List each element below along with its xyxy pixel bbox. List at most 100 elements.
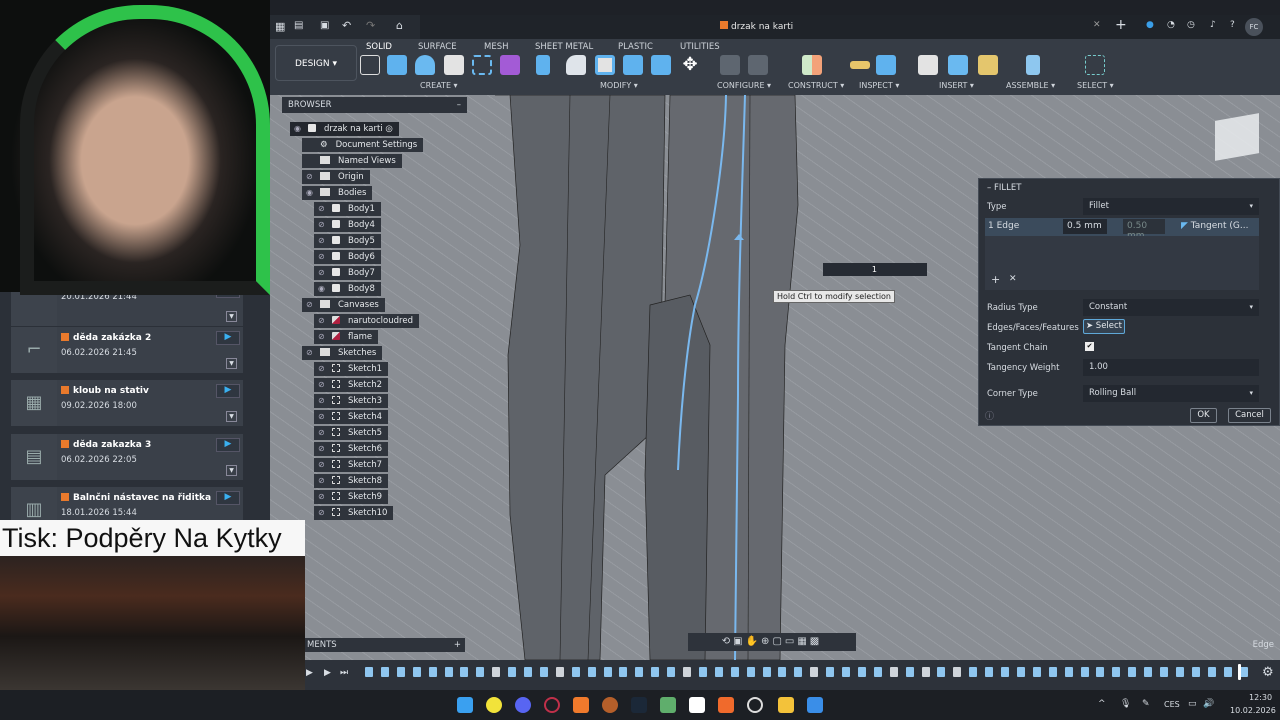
timeline-feature[interactable] — [778, 667, 787, 677]
visibility-icon[interactable]: ⊘ — [318, 410, 329, 424]
new-tab-icon[interactable]: + — [1115, 17, 1127, 33]
project-card[interactable]: ▤ děda zakazka 3 06.02.2026 22:05 ▶ ▼ — [11, 434, 243, 480]
display-settings-icon[interactable]: ▭ — [785, 636, 797, 647]
timeline-feature[interactable] — [1144, 667, 1153, 677]
visibility-icon[interactable]: ⊘ — [306, 346, 317, 360]
language-indicator[interactable]: CES — [1164, 700, 1180, 709]
visibility-icon[interactable]: ⊘ — [318, 234, 329, 248]
group-create[interactable]: CREATE ▾ — [420, 81, 458, 90]
timeline-feature[interactable] — [1128, 667, 1137, 677]
browser-sketch[interactable]: ⊘ Sketch3 — [314, 394, 389, 408]
timeline-feature[interactable] — [651, 667, 660, 677]
timeline-feature[interactable] — [1064, 667, 1073, 677]
discord-icon[interactable] — [515, 697, 531, 713]
browser-body[interactable]: ⊘ Body6 — [314, 250, 381, 264]
timeline-feature[interactable] — [698, 667, 707, 677]
split-body-icon[interactable] — [651, 55, 671, 75]
timeline-feature[interactable] — [714, 667, 723, 677]
cancel-button[interactable]: Cancel — [1228, 408, 1271, 423]
timeline-feature[interactable] — [810, 667, 819, 677]
file-icon[interactable]: ▤ — [294, 20, 303, 31]
fit-icon[interactable]: ▢ — [772, 636, 784, 647]
timeline-feature[interactable] — [492, 667, 501, 677]
orbit-icon[interactable]: ⟲ — [722, 636, 733, 647]
visibility-icon[interactable]: ⊘ — [318, 506, 329, 520]
browser-body[interactable]: ◉ Body8 — [314, 282, 381, 296]
dropdown-button[interactable]: ▼ — [226, 358, 237, 369]
timeline-settings-icon[interactable]: ⚙ — [1262, 665, 1274, 680]
revolve-icon[interactable] — [415, 55, 435, 75]
group-insert[interactable]: INSERT ▾ — [939, 81, 974, 90]
group-inspect[interactable]: INSPECT ▾ — [859, 81, 899, 90]
share-icon[interactable]: ▶ — [216, 331, 240, 345]
clock-time[interactable]: 12:30 — [1249, 693, 1272, 702]
obs-icon[interactable] — [747, 697, 763, 713]
timeline-feature[interactable] — [683, 667, 691, 677]
configure-table-icon[interactable] — [748, 55, 768, 75]
browser-sketch[interactable]: ⊘ Sketch1 — [314, 362, 389, 376]
offset-plane-icon[interactable] — [802, 55, 822, 75]
browser-canvas[interactable]: ⊘ narutocloudred — [314, 314, 419, 328]
timeline[interactable]: ▶ ▶ ⏭ ⚙ — [270, 660, 1280, 690]
volume-icon[interactable]: 🔊 — [1203, 699, 1214, 709]
timeline-feature[interactable] — [969, 667, 978, 677]
timeline-feature[interactable] — [1160, 667, 1168, 677]
timeline-feature[interactable] — [794, 667, 803, 677]
browser-sketch[interactable]: ⊘ Sketch9 — [314, 490, 389, 504]
microphone-icon[interactable]: 🎙 — [1120, 699, 1131, 709]
browser-sketch[interactable]: ⊘ Sketch2 — [314, 378, 389, 392]
active-component-icon[interactable]: ◎ — [383, 124, 392, 134]
visibility-icon[interactable]: ⊘ — [318, 266, 329, 280]
move-icon[interactable]: ✥ — [680, 55, 700, 75]
timeline-feature[interactable] — [1223, 667, 1232, 677]
visibility-icon[interactable]: ⊘ — [318, 314, 329, 328]
tab-mesh[interactable]: MESH — [484, 42, 509, 52]
add-icon[interactable]: + — [991, 273, 1000, 286]
visibility-icon[interactable]: ◉ — [294, 122, 305, 136]
timeline-feature[interactable] — [1048, 667, 1057, 677]
radius-field[interactable]: 0.5 mm — [1063, 219, 1107, 234]
pen-icon[interactable]: ✎ — [1142, 699, 1150, 709]
timeline-marker[interactable] — [1238, 664, 1241, 680]
add-comment-icon[interactable]: + — [454, 638, 461, 652]
timeline-feature[interactable] — [587, 667, 596, 677]
timeline-feature[interactable] — [1175, 667, 1184, 677]
visibility-icon[interactable]: ⊘ — [318, 458, 329, 472]
tab-solid[interactable]: SOLID — [366, 42, 392, 52]
tab-plastic[interactable]: PLASTIC — [618, 42, 653, 52]
timeline-feature[interactable] — [460, 667, 469, 677]
visibility-icon[interactable]: ⊘ — [318, 394, 329, 408]
timeline-feature[interactable] — [365, 667, 373, 677]
view-cube[interactable] — [1215, 113, 1259, 161]
create-form-icon[interactable] — [500, 55, 520, 75]
timeline-feature[interactable] — [730, 667, 739, 677]
navigation-bar[interactable]: ⟲▣✋⊕▢▭▦▩ — [688, 633, 856, 651]
group-construct[interactable]: CONSTRUCT ▾ — [788, 81, 844, 90]
timeline-feature[interactable] — [937, 667, 946, 677]
timeline-feature[interactable] — [539, 667, 548, 677]
timeline-feature[interactable] — [1001, 667, 1009, 677]
tray-chevron-icon[interactable]: ^ — [1098, 699, 1106, 709]
timeline-feature[interactable] — [476, 667, 485, 677]
step-forward-icon[interactable]: ▶ — [324, 668, 331, 678]
visibility-icon[interactable]: ⊘ — [318, 202, 329, 216]
tangent-chain-checkbox[interactable]: ✔ — [1085, 342, 1094, 351]
visibility-icon[interactable]: ◉ — [306, 186, 317, 200]
browser-root[interactable]: ◉ drzak na karti ◎ — [290, 122, 399, 136]
dropdown-button[interactable]: ▼ — [226, 311, 237, 322]
browser-canvas[interactable]: ⊘ flame — [314, 330, 379, 344]
tab-sheet-metal[interactable]: SHEET METAL — [535, 42, 593, 52]
browser-sketch[interactable]: ⊘ Sketch10 — [314, 506, 394, 520]
timeline-feature[interactable] — [889, 667, 898, 677]
timeline-feature[interactable] — [1016, 667, 1025, 677]
timeline-feature[interactable] — [508, 667, 517, 677]
browser-sketch[interactable]: ⊘ Sketch4 — [314, 410, 389, 424]
browser-node-sketches[interactable]: ⊘ Sketches — [302, 346, 383, 360]
timeline-feature[interactable] — [985, 667, 994, 677]
group-modify[interactable]: MODIFY ▾ — [600, 81, 638, 90]
timeline-feature[interactable] — [571, 667, 580, 677]
share-icon[interactable]: ▶ — [216, 491, 240, 505]
visibility-icon[interactable]: ⊘ — [306, 298, 317, 312]
visibility-icon[interactable]: ⊘ — [318, 362, 329, 376]
play-icon[interactable]: ▶ — [306, 668, 313, 678]
